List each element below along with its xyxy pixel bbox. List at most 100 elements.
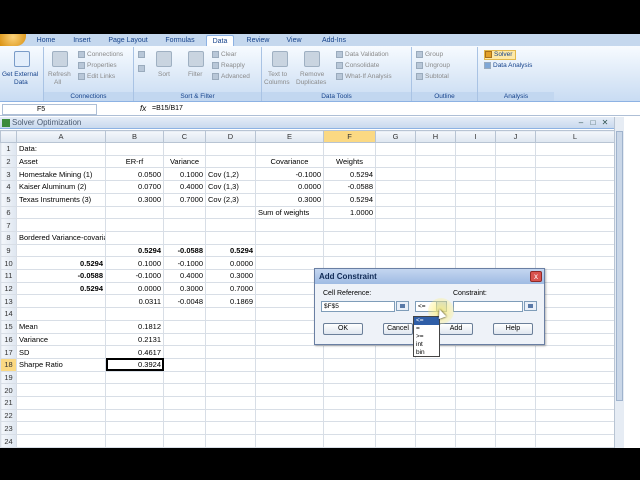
cell[interactable] bbox=[323, 383, 376, 398]
cell[interactable] bbox=[205, 205, 256, 220]
cell[interactable] bbox=[16, 434, 106, 448]
tab-review[interactable]: Review bbox=[242, 35, 274, 46]
cell[interactable]: -0.0048 bbox=[163, 294, 206, 309]
cell[interactable] bbox=[323, 142, 376, 156]
cell[interactable] bbox=[495, 408, 536, 423]
cell[interactable] bbox=[105, 230, 164, 245]
cell[interactable] bbox=[415, 167, 456, 182]
cell[interactable] bbox=[16, 307, 106, 321]
cell[interactable] bbox=[455, 230, 496, 245]
cell[interactable] bbox=[495, 218, 536, 232]
cell[interactable] bbox=[495, 421, 536, 436]
cell[interactable] bbox=[495, 180, 536, 194]
cell[interactable] bbox=[255, 370, 324, 385]
cell[interactable]: 0.0700 bbox=[105, 180, 164, 194]
cell[interactable] bbox=[415, 408, 456, 423]
cell[interactable] bbox=[105, 396, 164, 410]
cell[interactable] bbox=[455, 192, 496, 207]
cell[interactable] bbox=[535, 408, 615, 423]
cell[interactable] bbox=[535, 269, 615, 283]
cell[interactable] bbox=[535, 307, 615, 321]
row-header[interactable]: 20 bbox=[0, 383, 17, 398]
cell[interactable] bbox=[16, 218, 106, 232]
column-header-g[interactable]: G bbox=[375, 130, 416, 143]
cell[interactable] bbox=[255, 434, 324, 448]
row-header[interactable]: 18 bbox=[0, 357, 17, 372]
cell[interactable]: Cov (1,3) bbox=[205, 180, 256, 194]
column-header-c[interactable]: C bbox=[163, 130, 206, 143]
cell[interactable]: 0.1000 bbox=[105, 256, 164, 271]
column-header-f[interactable]: F bbox=[323, 130, 376, 143]
cell[interactable] bbox=[163, 307, 206, 321]
cell[interactable] bbox=[375, 230, 416, 245]
tab-formulas[interactable]: Formulas bbox=[160, 35, 200, 46]
cell[interactable]: 0.3000 bbox=[255, 192, 324, 207]
cell[interactable] bbox=[323, 370, 376, 385]
cell[interactable] bbox=[323, 357, 376, 372]
refresh-all-button[interactable]: Refresh bbox=[48, 71, 71, 79]
cell[interactable] bbox=[255, 243, 324, 258]
cell[interactable] bbox=[535, 230, 615, 245]
cell[interactable] bbox=[205, 218, 256, 232]
operator-dropdown-list[interactable]: <= = >= int bin bbox=[413, 316, 440, 357]
row-header[interactable]: 8 bbox=[0, 230, 17, 245]
cell[interactable]: Cov (1,2) bbox=[205, 167, 256, 182]
cell[interactable] bbox=[16, 243, 106, 258]
cell[interactable] bbox=[455, 154, 496, 169]
ungroup-button[interactable]: Ungroup bbox=[416, 62, 450, 70]
cell[interactable]: 0.3000 bbox=[205, 269, 256, 283]
cell[interactable] bbox=[535, 332, 615, 347]
tab-view[interactable]: View bbox=[282, 35, 306, 46]
constraint-picker-icon[interactable] bbox=[524, 301, 537, 311]
row-header[interactable]: 21 bbox=[0, 396, 17, 410]
cell[interactable]: 0.0000 bbox=[205, 256, 256, 271]
cell[interactable] bbox=[105, 383, 164, 398]
cell[interactable]: Mean bbox=[16, 319, 106, 334]
formula-input[interactable]: =B15/B17 bbox=[152, 104, 183, 114]
cell[interactable] bbox=[16, 383, 106, 398]
cell[interactable] bbox=[205, 421, 256, 436]
row-header[interactable]: 15 bbox=[0, 319, 17, 334]
cell[interactable]: 0.0000 bbox=[105, 281, 164, 296]
cell[interactable] bbox=[535, 142, 615, 156]
row-header[interactable]: 23 bbox=[0, 421, 17, 436]
cell[interactable]: 0.0000 bbox=[255, 180, 324, 194]
row-header[interactable]: 3 bbox=[0, 167, 17, 182]
cell[interactable] bbox=[323, 421, 376, 436]
cell[interactable] bbox=[375, 396, 416, 410]
cell[interactable] bbox=[255, 230, 324, 245]
column-header-j[interactable]: J bbox=[495, 130, 536, 143]
cell[interactable] bbox=[255, 396, 324, 410]
cell[interactable] bbox=[535, 421, 615, 436]
cell[interactable] bbox=[495, 383, 536, 398]
cell[interactable] bbox=[16, 205, 106, 220]
sort-button[interactable]: Sort bbox=[158, 71, 170, 79]
cell[interactable] bbox=[535, 357, 615, 372]
cell[interactable] bbox=[455, 421, 496, 436]
cell[interactable]: 0.0500 bbox=[105, 167, 164, 182]
cell[interactable] bbox=[455, 180, 496, 194]
cell[interactable] bbox=[455, 167, 496, 182]
consolidate-button[interactable]: Consolidate bbox=[336, 62, 379, 70]
tab-page-layout[interactable]: Page Layout bbox=[104, 35, 152, 46]
cell[interactable] bbox=[535, 319, 615, 334]
row-header[interactable]: 1 bbox=[0, 142, 17, 156]
cell[interactable] bbox=[415, 230, 456, 245]
cell[interactable] bbox=[205, 154, 256, 169]
cell[interactable] bbox=[455, 243, 496, 258]
column-header-b[interactable]: B bbox=[105, 130, 164, 143]
row-header[interactable]: 11 bbox=[0, 269, 17, 283]
row-header[interactable]: 10 bbox=[0, 256, 17, 271]
cell[interactable] bbox=[375, 370, 416, 385]
cell[interactable] bbox=[163, 396, 206, 410]
cell[interactable]: Weights bbox=[323, 154, 376, 169]
cell[interactable] bbox=[205, 370, 256, 385]
cell[interactable] bbox=[205, 408, 256, 423]
cell[interactable] bbox=[375, 243, 416, 258]
row-header[interactable]: 19 bbox=[0, 370, 17, 385]
cell[interactable] bbox=[535, 243, 615, 258]
cell[interactable] bbox=[323, 243, 376, 258]
cell[interactable] bbox=[16, 294, 106, 309]
cell[interactable] bbox=[323, 408, 376, 423]
cell[interactable]: Covariance bbox=[255, 154, 324, 169]
